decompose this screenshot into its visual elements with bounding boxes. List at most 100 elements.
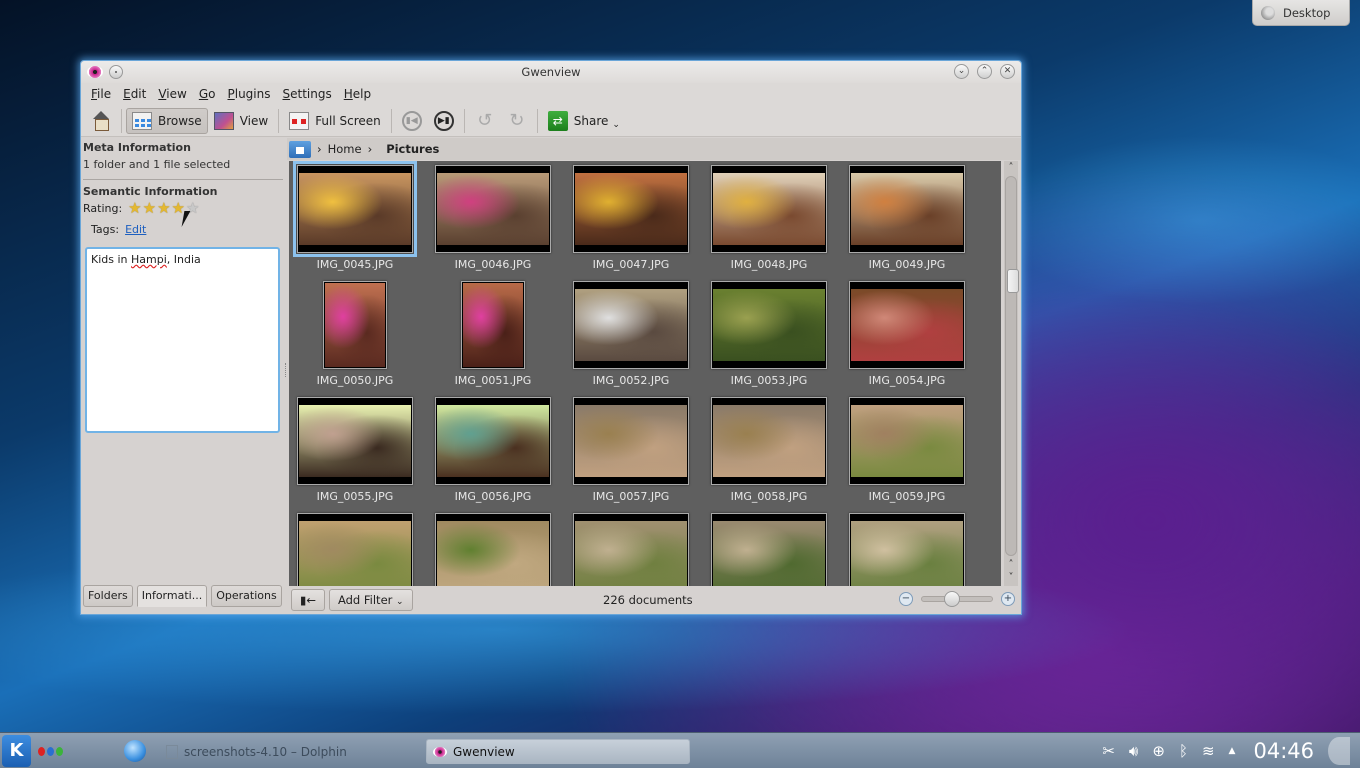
close-button[interactable]: ✕ [1000, 64, 1015, 79]
thumbnail-image[interactable] [711, 397, 827, 485]
rotate-right-button[interactable]: ↻ [501, 108, 533, 134]
thumbnail-image[interactable] [461, 281, 525, 369]
thumbnail-image[interactable] [297, 513, 413, 588]
thumbnail-item[interactable]: IMG_0052.JPG [573, 281, 689, 387]
thumbnail-image[interactable] [323, 281, 387, 369]
scroll-track[interactable] [1005, 176, 1019, 556]
places-folder-icon[interactable] [289, 140, 311, 158]
task-dolphin[interactable]: screenshots-4.10 – Dolphin [160, 739, 347, 764]
thumbnail-item[interactable]: IMG_0045.JPG [293, 161, 417, 271]
comment-textarea[interactable]: Kids in Hampi, India [85, 247, 280, 433]
thumbnail-image[interactable] [297, 397, 413, 485]
thumbnail-item[interactable]: IMG_0054.JPG [849, 281, 965, 387]
vertical-scrollbar[interactable]: ˄ ˄ ˅ [1004, 161, 1019, 588]
thumbnail-item[interactable] [297, 513, 413, 588]
thumbnail-item[interactable]: IMG_0049.JPG [849, 165, 965, 271]
thumbnail-image[interactable] [849, 165, 965, 253]
panel-toolbox-icon[interactable] [1328, 737, 1350, 765]
thumbnail-image[interactable] [849, 397, 965, 485]
thumbnail-item[interactable]: IMG_0057.JPG [573, 397, 689, 503]
thumbnail-item[interactable]: IMG_0053.JPG [711, 281, 827, 387]
thumbnail-image[interactable] [435, 513, 551, 588]
thumbnail-item[interactable] [711, 513, 827, 588]
menu-settings[interactable]: Settings [276, 87, 337, 101]
thumbnail-image[interactable] [711, 513, 827, 588]
tags-edit-link[interactable]: Edit [125, 223, 146, 236]
network-globe-icon[interactable] [124, 740, 146, 762]
clock[interactable]: 04:46 [1253, 739, 1314, 763]
rating-star-icon[interactable]: ★ [128, 201, 141, 216]
home-button[interactable] [85, 108, 117, 134]
toolbar-separator [463, 108, 465, 133]
sidebar-tab-information[interactable]: Informati... [136, 585, 208, 607]
thumbnail-item[interactable]: IMG_0059.JPG [849, 397, 965, 503]
rotate-left-button[interactable]: ↺ [469, 108, 501, 134]
network-icon[interactable]: ⊕ [1152, 742, 1165, 760]
scissors-icon[interactable]: ✂ [1102, 742, 1115, 760]
thumbnail-image[interactable] [711, 281, 827, 369]
menu-view[interactable]: View [152, 87, 192, 101]
thumbnail-image[interactable] [849, 281, 965, 369]
scroll-up-arrow[interactable]: ˄ [1004, 161, 1018, 174]
breadcrumb-current[interactable]: Pictures [386, 142, 439, 156]
expand-arrow-icon[interactable]: ▲ [1229, 746, 1236, 756]
task-label: screenshots-4.10 – Dolphin [184, 744, 347, 759]
thumbnail-item[interactable]: IMG_0046.JPG [435, 165, 551, 271]
title-bar[interactable]: Gwenview ⌄ ⌃ ✕ [81, 61, 1021, 83]
menu-help[interactable]: Help [338, 87, 377, 101]
zoom-in-icon[interactable]: + [1001, 592, 1015, 606]
thumbnail-image[interactable] [435, 165, 551, 253]
rotate-left-icon: ↺ [477, 109, 493, 131]
thumbnail-image[interactable] [293, 161, 417, 257]
full-screen-button[interactable]: Full Screen [283, 108, 387, 134]
sidebar-tab-folders[interactable]: Folders [83, 585, 133, 607]
sidebar-tab-operations[interactable]: Operations [211, 585, 282, 607]
toggle-sidebar-button[interactable]: ▮← [291, 589, 325, 611]
share-button[interactable]: ⇄ Share ⌄ [542, 108, 626, 134]
menu-go[interactable]: Go [193, 87, 222, 101]
thumbnail-item[interactable] [849, 513, 965, 588]
thumbnail-image[interactable] [435, 397, 551, 485]
zoom-slider-knob[interactable] [944, 591, 961, 607]
scroll-handle[interactable] [1007, 269, 1019, 293]
previous-button[interactable]: ▮◀ [396, 108, 428, 134]
thumbnail-item[interactable]: IMG_0058.JPG [711, 397, 827, 503]
zoom-slider[interactable] [921, 591, 993, 607]
thumbnail-item[interactable] [573, 513, 689, 588]
wifi-icon[interactable]: ≋ [1202, 742, 1215, 760]
menu-file[interactable]: File [85, 87, 117, 101]
minimize-button[interactable]: ⌄ [954, 64, 969, 79]
thumbnail-item[interactable]: IMG_0055.JPG [297, 397, 413, 503]
task-gwenview[interactable]: Gwenview [426, 739, 690, 764]
thumbnail-image[interactable] [573, 281, 689, 369]
add-filter-button[interactable]: Add Filter ⌄ [328, 589, 413, 611]
breadcrumb-item-home[interactable]: Home [328, 142, 362, 156]
view-button[interactable]: View [208, 108, 274, 134]
browse-button[interactable]: Browse [126, 107, 208, 134]
thumbnail-item[interactable]: IMG_0056.JPG [435, 397, 551, 503]
thumbnail-image[interactable] [849, 513, 965, 588]
thumbnail-image[interactable] [573, 397, 689, 485]
thumbnail-image[interactable] [573, 165, 689, 253]
thumbnail-item[interactable]: IMG_0047.JPG [573, 165, 689, 271]
rating-star-icon[interactable]: ★ [143, 201, 156, 216]
menu-plugins[interactable]: Plugins [221, 87, 276, 101]
thumbnail-image[interactable] [711, 165, 827, 253]
kde-menu-button[interactable]: K [2, 735, 31, 767]
bluetooth-icon[interactable]: ᛒ [1179, 742, 1188, 760]
menu-edit[interactable]: Edit [117, 87, 152, 101]
thumbnail-item[interactable]: IMG_0048.JPG [711, 165, 827, 271]
activity-switcher[interactable] [38, 747, 63, 756]
thumbnail-image[interactable] [573, 513, 689, 588]
scroll-page-up-arrow[interactable]: ˄ [1004, 558, 1018, 571]
rating-star-icon[interactable]: ★ [157, 201, 170, 216]
desktop-toolbox-button[interactable]: Desktop [1252, 0, 1350, 26]
thumbnail-item[interactable]: IMG_0051.JPG [435, 281, 551, 387]
thumbnail-item[interactable]: IMG_0050.JPG [297, 281, 413, 387]
thumbnail-item[interactable] [435, 513, 551, 588]
maximize-button[interactable]: ⌃ [977, 64, 992, 79]
scroll-down-arrow[interactable]: ˅ [1004, 571, 1018, 584]
zoom-out-icon[interactable]: − [899, 592, 913, 606]
volume-icon[interactable]: 🔊︎ [1129, 742, 1138, 760]
next-button[interactable]: ▶▮ [428, 108, 460, 134]
